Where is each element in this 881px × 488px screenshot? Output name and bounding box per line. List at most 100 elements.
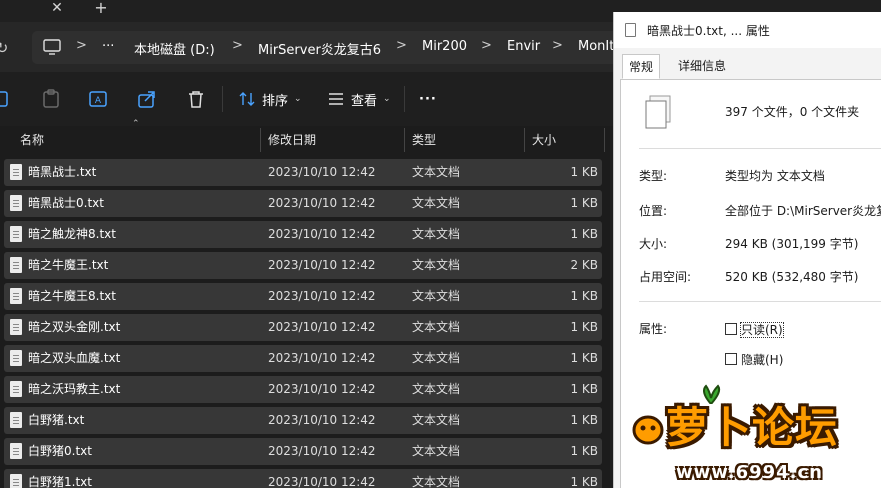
file-date: 2023/10/10 12:42 [268, 227, 376, 241]
file-size: 1 KB [570, 196, 598, 210]
text-file-icon [10, 381, 22, 397]
text-file-icon [10, 195, 22, 211]
hidden-label[interactable]: 隐藏(H) [741, 351, 783, 368]
tab-details[interactable]: 详细信息 [672, 54, 732, 79]
breadcrumb-separator: > [396, 38, 407, 53]
toolbar-divider [404, 86, 405, 112]
file-row[interactable]: 暗之触龙神8.txt 2023/10/10 12:42 文本文档 1 KB [4, 219, 602, 250]
breadcrumb-overflow[interactable]: ··· [102, 39, 114, 54]
breadcrumb-item-drive[interactable]: 本地磁盘 (D:) [134, 39, 215, 58]
sort-label: 排序 [262, 93, 289, 109]
file-type: 文本文档 [412, 351, 461, 365]
file-size: 1 KB [570, 444, 598, 458]
breadcrumb-item-mir200[interactable]: Mir200 [422, 39, 467, 54]
share-icon[interactable] [136, 88, 158, 110]
text-file-icon [10, 412, 22, 428]
file-type: 文本文档 [412, 413, 461, 427]
file-row[interactable]: 暗黑战士.txt 2023/10/10 12:42 文本文档 1 KB [4, 157, 602, 188]
dialog-title-bar[interactable]: 暗黑战士0.txt, ... 属性 [614, 12, 881, 48]
delete-icon[interactable] [185, 88, 207, 110]
sort-ascending-icon: ⌃ [132, 119, 140, 129]
file-name: 白野猪0.txt [28, 444, 92, 458]
column-name[interactable]: 名称 [20, 126, 44, 154]
view-button[interactable]: 查看 ⌄ [327, 86, 391, 112]
divider [639, 301, 881, 302]
sort-button[interactable]: 排序 ⌄ [238, 86, 302, 112]
column-divider[interactable] [524, 128, 525, 152]
text-file-icon [10, 257, 22, 273]
divider [639, 148, 881, 149]
view-icon [329, 93, 343, 105]
location-label: 位置: [639, 204, 668, 218]
multiple-files-icon [645, 95, 671, 129]
text-file-icon [10, 350, 22, 366]
file-date: 2023/10/10 12:42 [268, 258, 376, 272]
hidden-checkbox[interactable] [725, 353, 737, 365]
file-type: 文本文档 [412, 444, 461, 458]
column-size[interactable]: 大小 [532, 126, 556, 154]
new-tab-icon[interactable]: + [90, 0, 112, 16]
file-name: 白野猪.txt [28, 413, 85, 427]
file-type: 文本文档 [412, 289, 461, 303]
file-row[interactable]: 白野猪.txt 2023/10/10 12:42 文本文档 1 KB [4, 405, 602, 436]
file-name: 暗之触龙神8.txt [28, 227, 116, 241]
rename-icon[interactable]: A [87, 88, 109, 110]
size-label: 大小: [639, 237, 668, 251]
file-row[interactable]: 暗之双头金刚.txt 2023/10/10 12:42 文本文档 1 KB [4, 312, 602, 343]
breadcrumb-item-mirserver[interactable]: MirServer炎龙复古6 [258, 39, 381, 58]
file-row[interactable]: 暗之牛魔王8.txt 2023/10/10 12:42 文本文档 1 KB [4, 281, 602, 312]
breadcrumb-item-monitems[interactable]: MonIt [578, 39, 614, 54]
file-size: 1 KB [570, 351, 598, 365]
file-type: 文本文档 [412, 227, 461, 241]
file-type: 文本文档 [412, 196, 461, 210]
breadcrumb-separator: > [552, 38, 563, 53]
column-divider[interactable] [604, 128, 605, 152]
file-list: 暗黑战士.txt 2023/10/10 12:42 文本文档 1 KB 暗黑战士0.tx… [4, 157, 602, 488]
column-divider[interactable] [260, 128, 261, 152]
tab-general[interactable]: 常规 [622, 54, 661, 79]
more-options-button[interactable]: ··· [419, 86, 437, 112]
refresh-icon[interactable]: ↻ [0, 38, 12, 58]
svg-text:A: A [95, 96, 102, 106]
readonly-label[interactable]: 只读(R) [740, 321, 784, 338]
type-label: 类型: [639, 169, 668, 183]
column-header: ⌃ 名称 修改日期 类型 大小 [0, 119, 610, 154]
file-row[interactable]: 白野猪0.txt 2023/10/10 12:42 文本文档 1 KB [4, 436, 602, 467]
attributes-label: 属性: [639, 322, 668, 336]
file-size: 1 KB [570, 227, 598, 241]
column-date[interactable]: 修改日期 [268, 126, 316, 154]
file-row[interactable]: 白野猪1.txt 2023/10/10 12:42 文本文档 1 KB [4, 467, 602, 488]
file-size: 1 KB [570, 165, 598, 179]
text-file-icon [10, 443, 22, 459]
location-value: 全部位于 D:\MirServer炎龙复 [725, 204, 881, 218]
type-value: 类型均为 文本文档 [725, 169, 825, 183]
file-size: 1 KB [570, 413, 598, 427]
scrollbar[interactable] [604, 154, 612, 488]
copy-icon[interactable] [0, 88, 12, 110]
breadcrumb[interactable]: > ··· 本地磁盘 (D:) > MirServer炎龙复古6 > Mir20… [32, 31, 652, 64]
column-divider[interactable] [404, 128, 405, 152]
text-file-icon [625, 23, 636, 37]
file-type: 文本文档 [412, 320, 461, 334]
breadcrumb-item-envir[interactable]: Envir [507, 39, 540, 54]
file-date: 2023/10/10 12:42 [268, 444, 376, 458]
file-name: 暗之牛魔王.txt [28, 258, 109, 272]
file-size: 1 KB [570, 382, 598, 396]
column-type[interactable]: 类型 [412, 126, 436, 154]
readonly-checkbox[interactable] [725, 323, 737, 335]
file-date: 2023/10/10 12:42 [268, 165, 376, 179]
paste-icon[interactable] [40, 88, 62, 110]
file-row[interactable]: 暗之牛魔王.txt 2023/10/10 12:42 文本文档 2 KB [4, 250, 602, 281]
file-row[interactable]: 暗之双头血魔.txt 2023/10/10 12:42 文本文档 1 KB [4, 343, 602, 374]
file-date: 2023/10/10 12:42 [268, 413, 376, 427]
this-pc-icon[interactable] [42, 38, 62, 56]
size-value: 294 KB (301,199 字节) [725, 237, 859, 251]
file-row[interactable]: 暗之沃玛教主.txt 2023/10/10 12:42 文本文档 1 KB [4, 374, 602, 405]
file-name: 白野猪1.txt [28, 475, 92, 488]
file-date: 2023/10/10 12:42 [268, 196, 376, 210]
file-name: 暗黑战士0.txt [28, 196, 104, 210]
text-file-icon [10, 288, 22, 304]
close-tab-icon[interactable]: ✕ [46, 0, 68, 16]
size-on-disk-label: 占用空间: [639, 270, 692, 284]
file-row[interactable]: 暗黑战士0.txt 2023/10/10 12:42 文本文档 1 KB [4, 188, 602, 219]
